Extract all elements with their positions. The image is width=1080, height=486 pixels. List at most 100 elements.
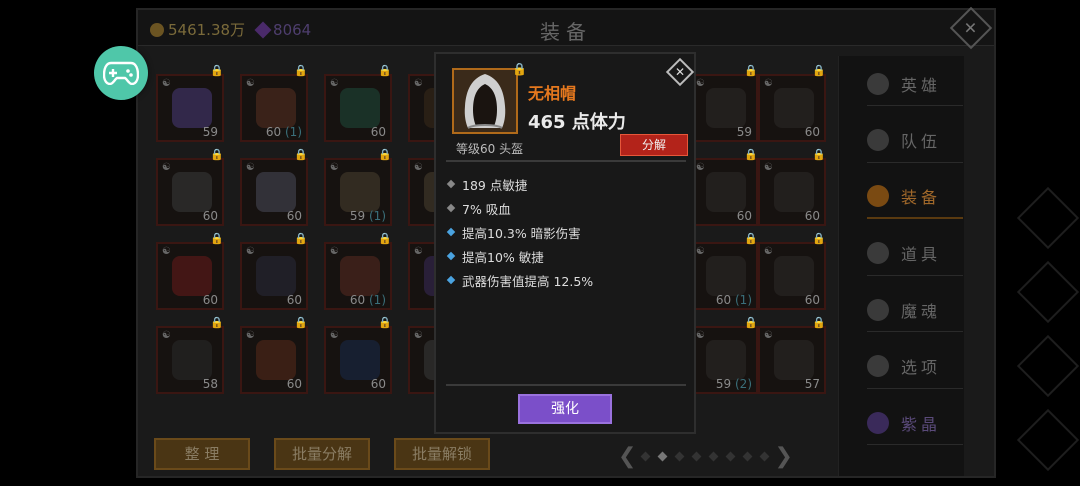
popup-close-button[interactable]: ✕: [665, 57, 695, 87]
slot-level: 60: [287, 293, 302, 307]
equipment-slot[interactable]: ☯ 🔒 60: [324, 64, 392, 142]
next-page-icon[interactable]: ❯: [774, 444, 792, 469]
yin-yang-icon: ☯: [696, 162, 705, 173]
lock-icon: 🔒: [744, 232, 758, 245]
sidebar-item[interactable]: 魔魂: [867, 288, 963, 332]
lock-icon[interactable]: 🔒: [512, 62, 527, 76]
hood-icon: [464, 74, 506, 129]
item-image: [340, 172, 380, 212]
lock-icon: 🔒: [210, 232, 224, 245]
item-image: [172, 256, 212, 296]
item-image: [340, 88, 380, 128]
lock-icon: 🔒: [210, 316, 224, 329]
sidebar-item-label: 紫晶: [901, 414, 942, 434]
attribute-row: 189 点敏捷: [444, 172, 688, 196]
dismantle-button[interactable]: 分解: [620, 134, 688, 156]
lock-icon: 🔒: [812, 64, 826, 77]
equipment-slot[interactable]: ☯ 🔒 58: [156, 316, 224, 394]
sidebar-item[interactable]: 英雄: [867, 62, 963, 106]
level-value: 59: [715, 377, 732, 391]
equipment-slot[interactable]: ☯ 🔒 59: [156, 64, 224, 142]
sidebar-item-label: 道具: [901, 245, 942, 264]
item-image: [774, 88, 814, 128]
lock-icon: 🔒: [294, 316, 308, 329]
sidebar-item[interactable]: 选项: [867, 345, 963, 389]
equipment-slot[interactable]: ☯ 🔒 60: [240, 232, 308, 310]
bullet-icon: [446, 275, 456, 285]
level-value: 60: [286, 377, 302, 391]
yin-yang-icon: ☯: [696, 330, 705, 341]
equipment-slot[interactable]: ☯ 🔒 60 (1): [324, 232, 392, 310]
yin-yang-icon: ☯: [764, 162, 773, 173]
batch-unlock-button[interactable]: 批量解锁: [394, 438, 490, 470]
sidebar-icon: [867, 411, 889, 434]
gamepad-button[interactable]: [94, 46, 148, 100]
equipment-slot[interactable]: ☯ 🔒 60: [156, 232, 224, 310]
equipment-slot[interactable]: ☯ 🔒 60: [240, 148, 308, 226]
attribute-row: 提高10% 敏捷: [444, 244, 688, 268]
equipment-slot[interactable]: ☯ 🔒 59 (2): [690, 316, 758, 394]
yin-yang-icon: ☯: [246, 246, 255, 257]
page-dot[interactable]: [691, 451, 702, 462]
item-image: [340, 340, 380, 380]
slot-level: 60: [287, 209, 302, 223]
page-dot[interactable]: [725, 451, 736, 462]
lock-icon: 🔒: [210, 148, 224, 161]
sidebar-item[interactable]: 队伍: [867, 119, 963, 163]
sidebar-item-label: 英雄: [901, 75, 942, 95]
enhance-button[interactable]: 强化: [518, 394, 612, 424]
yin-yang-icon: ☯: [330, 330, 339, 341]
page-dot[interactable]: [708, 451, 719, 462]
yin-yang-icon: ☯: [330, 78, 339, 89]
page-dot[interactable]: [674, 451, 685, 462]
attribute-list: 189 点敏捷 7% 吸血 提高10.3% 暗影伤害 提高10% 敏捷 武器伤害值提高 …: [444, 172, 688, 292]
slot-level: 58: [203, 377, 218, 391]
attribute-text: 武器伤害值提高 12.5%: [462, 273, 594, 289]
equipment-slot[interactable]: ☯ 🔒 60: [324, 316, 392, 394]
sidebar-item[interactable]: 紫晶: [867, 401, 963, 445]
bullet-icon: [446, 203, 456, 213]
page-dot[interactable]: [640, 451, 651, 462]
sort-button[interactable]: 整 理: [154, 438, 250, 470]
level-value: 60: [715, 293, 732, 307]
equipment-slot[interactable]: ☯ 🔒 60: [240, 316, 308, 394]
slot-level: 60: [371, 377, 386, 391]
batch-dismantle-button[interactable]: 批量分解: [274, 438, 370, 470]
slot-level: 60: [805, 293, 820, 307]
panel-title: 装备: [540, 20, 592, 44]
yin-yang-icon: ☯: [696, 246, 705, 257]
equipment-slot[interactable]: ☯ 🔒 57: [758, 316, 826, 394]
equipment-slot[interactable]: ☯ 🔒 59: [690, 64, 758, 142]
yin-yang-icon: ☯: [162, 330, 171, 341]
equipment-slot[interactable]: ☯ 🔒 60: [758, 148, 826, 226]
sidebar-item-label: 魔魂: [901, 301, 942, 321]
slot-level: 60 (1): [350, 293, 386, 307]
equipment-slot[interactable]: ☯ 🔒 60 (1): [240, 64, 308, 142]
equipment-slot[interactable]: ☯ 🔒 59 (1): [324, 148, 392, 226]
slot-level: 60: [805, 209, 820, 223]
divider: [446, 384, 686, 386]
equipment-slot[interactable]: ☯ 🔒 60: [156, 148, 224, 226]
equipment-slot[interactable]: ☯ 🔒 60 (1): [690, 232, 758, 310]
sidebar-item[interactable]: 道具: [867, 232, 963, 276]
equipment-slot[interactable]: ☯ 🔒 60: [758, 232, 826, 310]
sidebar-item[interactable]: 装备: [867, 175, 963, 219]
item-main-stat: 465 点体力: [528, 112, 626, 133]
page-dot[interactable]: [759, 451, 770, 462]
gamepad-icon: [103, 61, 139, 85]
prev-page-icon[interactable]: ❮: [618, 444, 636, 469]
slot-level: 60: [287, 377, 302, 391]
yin-yang-icon: ☯: [414, 162, 423, 173]
page-dot[interactable]: [657, 451, 668, 462]
page-indicator: ❮ ❯: [618, 444, 793, 469]
item-image: [706, 88, 746, 128]
equipment-slot[interactable]: ☯ 🔒 60: [758, 64, 826, 142]
level-value: 60: [804, 125, 820, 139]
lock-icon: 🔒: [812, 148, 826, 161]
attribute-row: 武器伤害值提高 12.5%: [444, 268, 688, 292]
page-dot[interactable]: [742, 451, 753, 462]
equipment-slot[interactable]: ☯ 🔒 60: [690, 148, 758, 226]
item-image: [256, 88, 296, 128]
lock-icon: 🔒: [210, 64, 224, 77]
sidebar-icon: [867, 355, 889, 377]
